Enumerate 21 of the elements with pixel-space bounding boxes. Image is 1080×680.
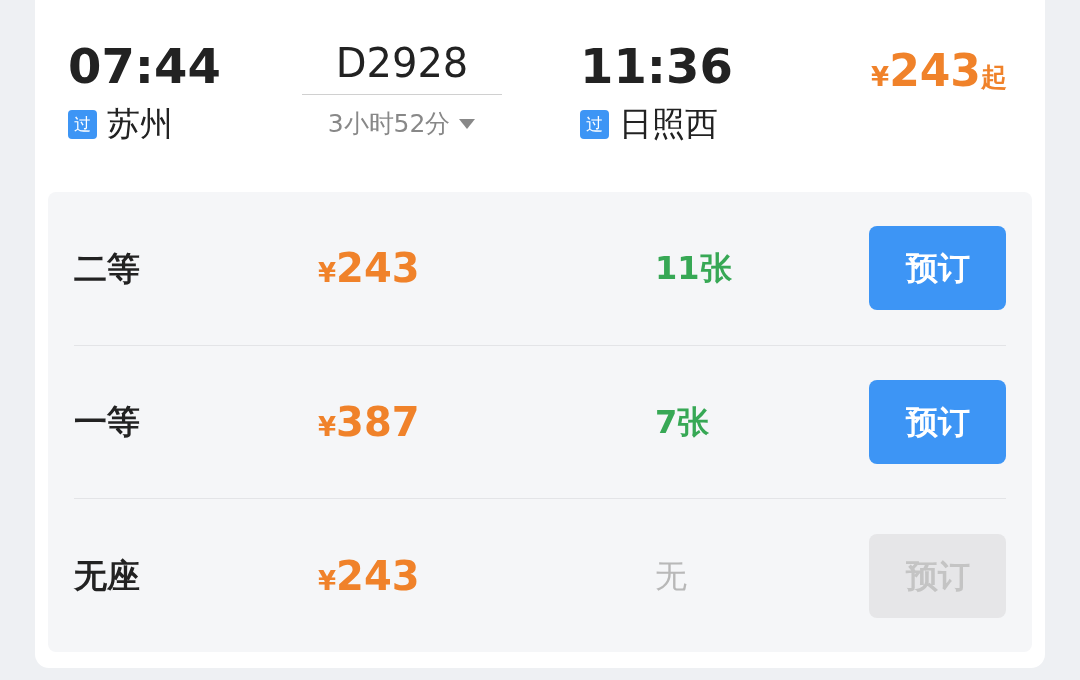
tickets-left: 11张 [655,248,732,290]
pass-through-badge: 过 [68,109,97,139]
arrival-time: 11:36 [580,38,733,94]
tickets-left: 7张 [655,402,710,443]
departure-time: 07:44 [68,38,222,94]
seat-class: 无座 [74,554,141,597]
tickets-left: 无 [655,555,687,597]
seat-price: ¥243 [318,551,421,601]
duration-toggle[interactable]: 3小时52分 [327,105,477,143]
arrival-station: 日照西 [619,104,718,144]
departure-station: 苏州 [107,104,173,144]
seat-price: ¥243 [318,244,421,294]
book-button[interactable]: 预订 [869,226,1006,311]
train-number: D2928 [302,38,502,95]
caret-icon [458,117,477,130]
lowest-price: ¥243起 [871,44,1007,94]
seat-class: 二等 [74,247,141,290]
pass-through-badge: 过 [580,109,609,139]
book-button[interactable]: 预订 [869,380,1006,464]
seat-class: 一等 [74,401,141,444]
seat-price: ¥387 [318,398,421,447]
